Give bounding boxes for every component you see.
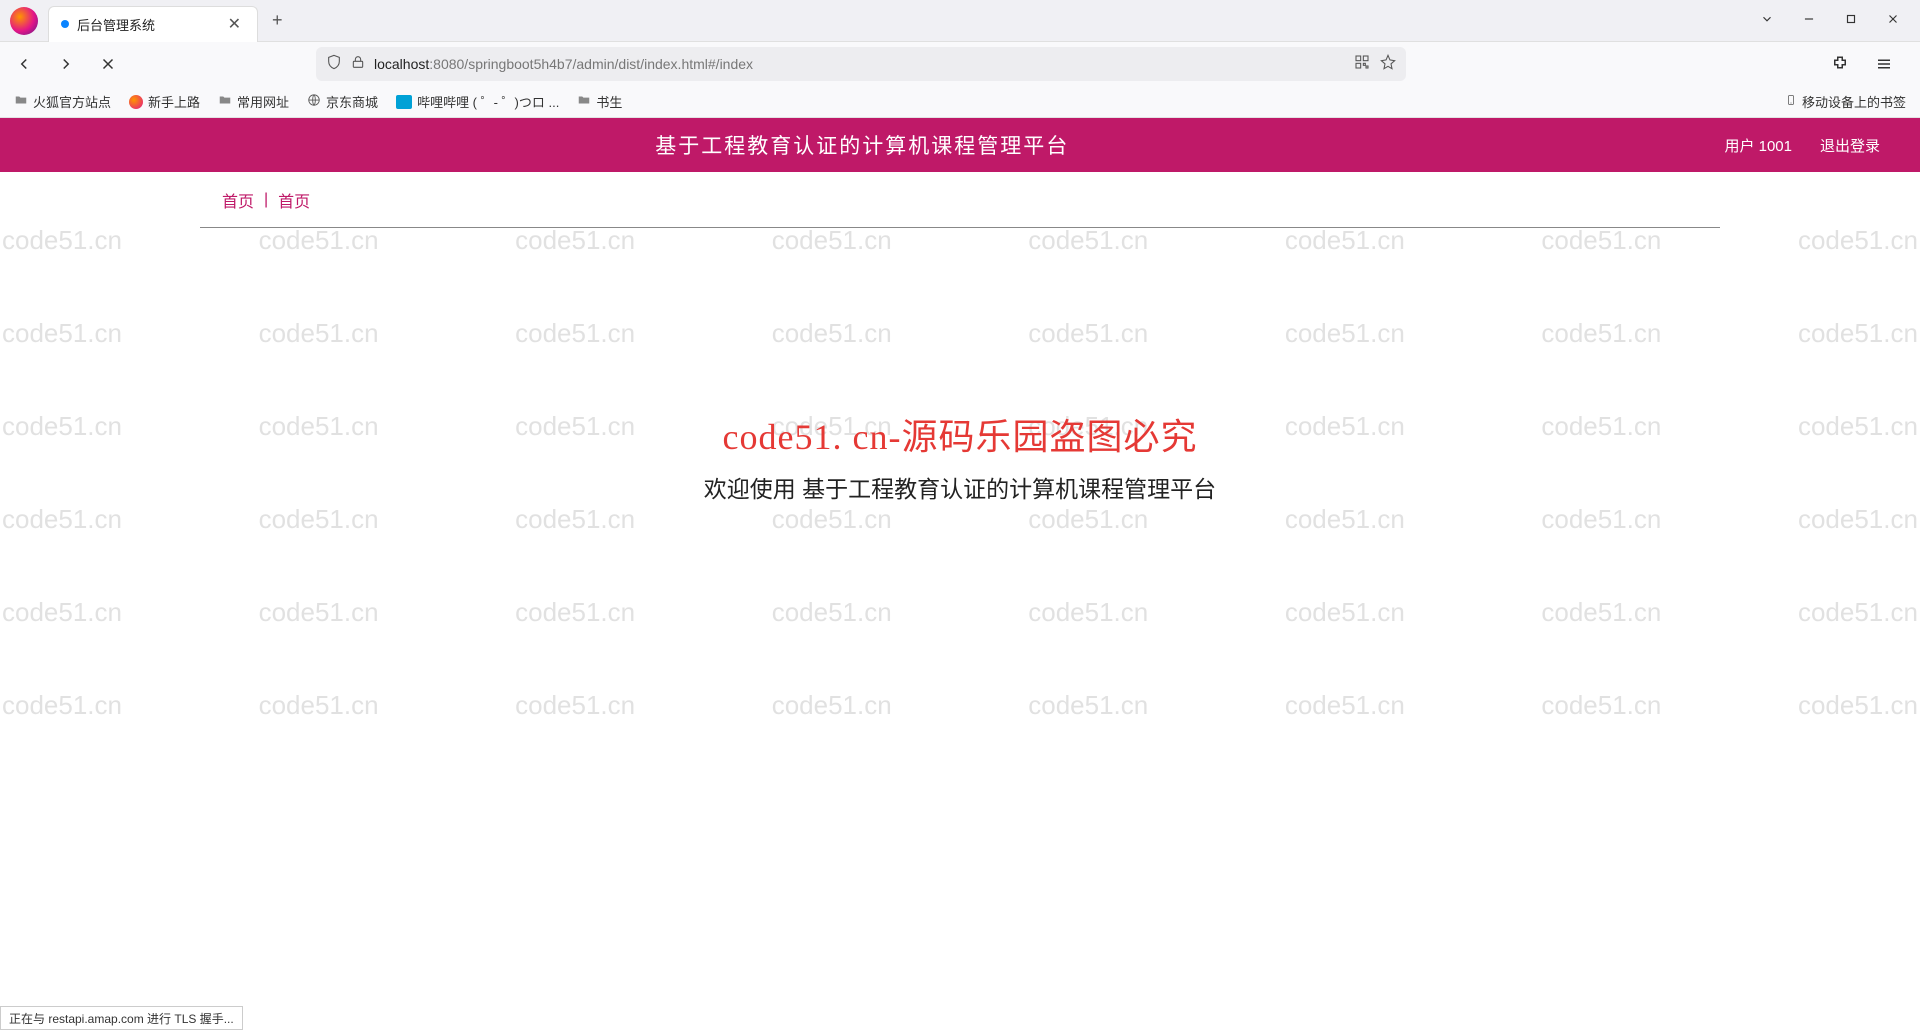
bookmark-item[interactable]: 京东商城 (307, 92, 378, 111)
url-bar[interactable]: localhost:8080/springboot5h4b7/admin/dis… (316, 47, 1406, 81)
mobile-bookmarks[interactable]: 移动设备上的书签 (1785, 92, 1906, 111)
maximize-button[interactable] (1844, 12, 1858, 29)
welcome-subtitle: 欢迎使用 基于工程教育认证的计算机课程管理平台 (200, 470, 1720, 504)
bilibili-icon (396, 95, 412, 109)
loading-dot-icon (61, 20, 69, 28)
firefox-icon (10, 7, 38, 35)
tab-list-button[interactable] (1760, 12, 1774, 29)
bookmark-item[interactable]: 哔哩哔哩 ( ゜- ゜)つロ ... (396, 92, 559, 111)
breadcrumb-current: 首页 (278, 188, 310, 212)
breadcrumb-home[interactable]: 首页 (222, 188, 254, 212)
bookmark-item[interactable]: 常用网址 (218, 92, 289, 111)
bookmarks-bar: 火狐官方站点 新手上路 常用网址 京东商城 哔哩哔哩 ( ゜- ゜)つロ ...… (0, 86, 1920, 118)
star-icon[interactable] (1380, 54, 1396, 75)
logout-button[interactable]: 退出登录 (1820, 135, 1880, 156)
qr-icon[interactable] (1354, 54, 1370, 75)
stop-button[interactable] (94, 50, 122, 78)
minimize-button[interactable] (1802, 12, 1816, 29)
status-bar: 正在与 restapi.amap.com 进行 TLS 握手... (0, 1006, 243, 1030)
browser-tab-strip: 后台管理系统 ✕ + (0, 0, 1920, 42)
bookmark-item[interactable]: 新手上路 (129, 92, 200, 111)
welcome-block: code51. cn-源码乐园盗图必究 欢迎使用 基于工程教育认证的计算机课程管… (200, 408, 1720, 504)
bookmark-item[interactable]: 书生 (577, 92, 622, 111)
tab-title: 后台管理系统 (77, 15, 224, 34)
lock-icon (350, 54, 366, 75)
breadcrumb: 首页 | 首页 (200, 172, 1720, 228)
shield-icon (326, 54, 342, 75)
url-text: localhost:8080/springboot5h4b7/admin/dis… (374, 56, 753, 72)
window-controls (1760, 12, 1920, 29)
content-area: 首页 | 首页 code51. cn-源码乐园盗图必究 欢迎使用 基于工程教育认… (0, 172, 1920, 504)
firefox-icon (129, 95, 143, 109)
breadcrumb-separator: | (264, 191, 268, 209)
back-button[interactable] (10, 50, 38, 78)
menu-button[interactable] (1870, 50, 1898, 78)
user-label[interactable]: 用户 1001 (1724, 135, 1792, 156)
app-title: 基于工程教育认证的计算机课程管理平台 (0, 130, 1724, 160)
browser-tab[interactable]: 后台管理系统 ✕ (48, 6, 258, 42)
browser-nav-bar: localhost:8080/springboot5h4b7/admin/dis… (0, 42, 1920, 86)
extensions-button[interactable] (1826, 50, 1854, 78)
new-tab-button[interactable]: + (272, 10, 283, 31)
forward-button[interactable] (52, 50, 80, 78)
app-header: 基于工程教育认证的计算机课程管理平台 用户 1001 退出登录 (0, 118, 1920, 172)
close-window-button[interactable] (1886, 12, 1900, 29)
bookmark-item[interactable]: 火狐官方站点 (14, 92, 111, 111)
welcome-headline: code51. cn-源码乐园盗图必究 (200, 408, 1720, 460)
close-icon[interactable]: ✕ (224, 14, 245, 34)
